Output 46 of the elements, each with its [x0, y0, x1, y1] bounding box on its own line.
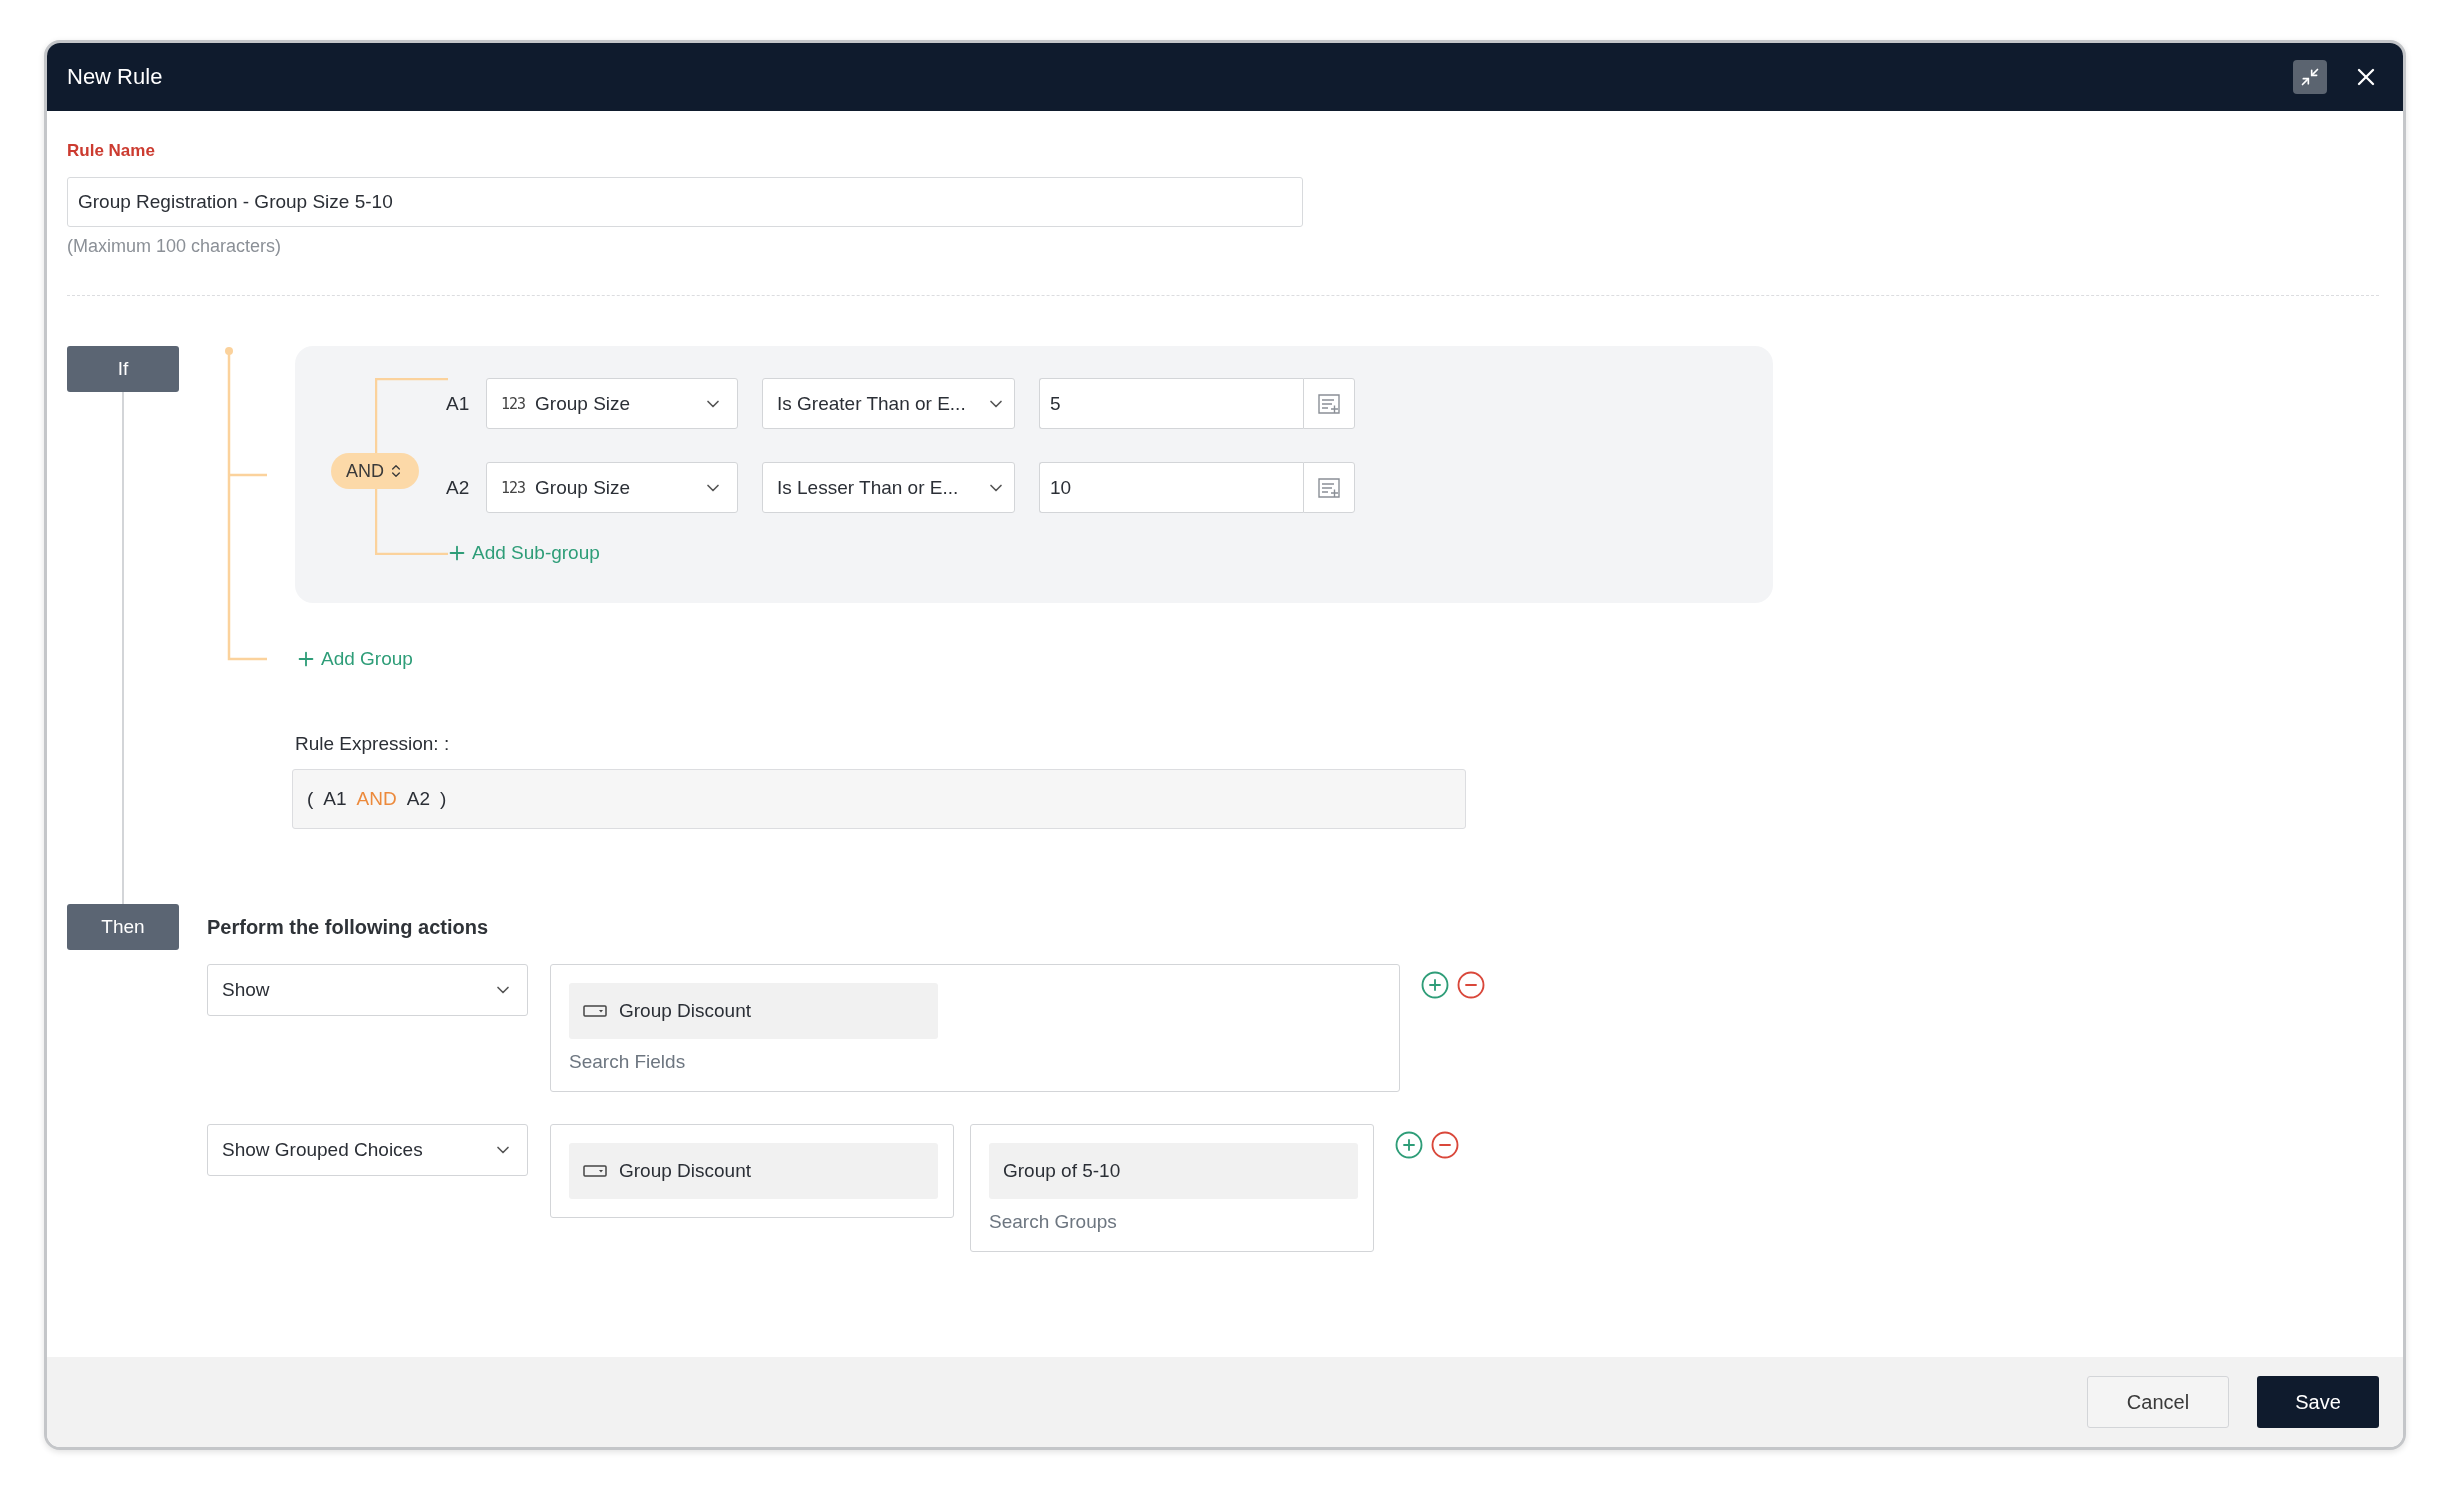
plus-circle-icon	[1394, 1130, 1424, 1160]
insert-button[interactable]	[1303, 462, 1355, 513]
field-chip: Group Discount	[569, 1143, 938, 1199]
field-chip: Group Discount	[569, 983, 938, 1039]
condition-label: A2	[446, 476, 471, 499]
value-input[interactable]: 5	[1039, 378, 1303, 429]
cancel-button[interactable]: Cancel	[2087, 1376, 2229, 1428]
value-input[interactable]: 10	[1039, 462, 1303, 513]
remove-action-button[interactable]	[1430, 1130, 1460, 1160]
shrink-arrows-icon	[2300, 67, 2320, 87]
group-chip: Group of 5-10	[989, 1143, 1358, 1199]
minus-circle-icon	[1430, 1130, 1460, 1160]
list-plus-icon	[1318, 393, 1340, 414]
dropdown-field-icon	[583, 1165, 607, 1177]
insert-button[interactable]	[1303, 378, 1355, 429]
search-placeholder: Search Groups	[989, 1210, 1118, 1233]
add-action-button[interactable]	[1420, 970, 1450, 1000]
then-badge: Then	[67, 904, 179, 950]
operator-select[interactable]: Is Greater Than or E...	[762, 378, 1015, 429]
hint-text: (Maximum 100 characters)	[67, 236, 283, 257]
add-action-button[interactable]	[1394, 1130, 1424, 1160]
groups-picker[interactable]: Group of 5-10 Search Groups	[970, 1124, 1374, 1252]
dropdown-field-icon	[583, 1005, 607, 1017]
field-select[interactable]: 123 Group Size	[486, 462, 738, 513]
window-title: New Rule	[67, 64, 164, 90]
fields-picker[interactable]: Group Discount Search Fields	[550, 964, 1400, 1092]
list-plus-icon	[1318, 477, 1340, 498]
and-toggle[interactable]: AND	[331, 453, 419, 489]
action-select[interactable]: Show Grouped Choices	[207, 1124, 528, 1176]
search-placeholder: Search Fields	[569, 1050, 687, 1073]
minus-circle-icon	[1456, 970, 1486, 1000]
expression-label: Rule Expression: :	[295, 733, 451, 755]
fields-picker[interactable]: Group Discount	[550, 1124, 954, 1218]
plus-circle-icon	[1420, 970, 1450, 1000]
operator-select[interactable]: Is Lesser Than or E...	[762, 462, 1015, 513]
minimize-button[interactable]	[2293, 60, 2327, 94]
remove-action-button[interactable]	[1456, 970, 1486, 1000]
section-heading: Perform the following actions	[207, 915, 489, 939]
rule-name-input[interactable]: Group Registration - Group Size 5-10	[67, 177, 1303, 227]
condition-label: A1	[446, 392, 471, 415]
expression-field: ( A1 AND A2 )	[292, 769, 1466, 829]
if-badge: If	[67, 346, 179, 392]
field-label: Rule Name	[67, 141, 156, 161]
save-button[interactable]: Save	[2257, 1376, 2379, 1428]
field-select[interactable]: 123 Group Size	[486, 378, 738, 429]
action-select[interactable]: Show	[207, 964, 528, 1016]
